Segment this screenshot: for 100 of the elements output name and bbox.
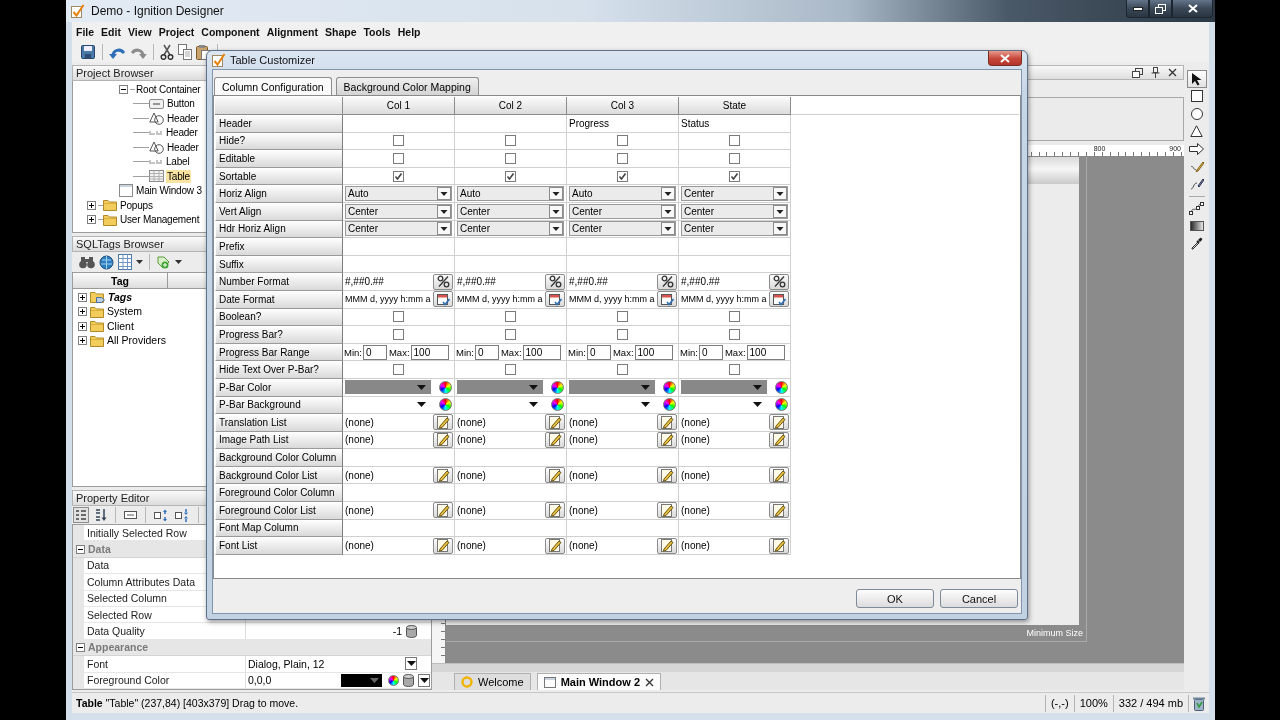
tree-item[interactable]: Table xyxy=(166,169,191,183)
min-field[interactable]: 0 xyxy=(474,344,499,360)
menu-item[interactable]: Project xyxy=(158,26,195,38)
tree-item[interactable]: System xyxy=(106,305,143,319)
dropdown[interactable]: Center xyxy=(345,221,452,237)
date-format-button[interactable] xyxy=(545,291,565,308)
min-field[interactable]: 0 xyxy=(362,344,387,360)
edit-button[interactable] xyxy=(545,414,565,431)
menu-item[interactable]: View xyxy=(127,26,152,38)
color-wheel-icon[interactable] xyxy=(775,380,788,394)
tree-item[interactable]: Label xyxy=(165,155,191,169)
color-wheel-icon[interactable] xyxy=(663,380,676,394)
edit-button[interactable] xyxy=(769,467,789,484)
edit-button[interactable] xyxy=(433,467,453,484)
dropdown[interactable]: Center xyxy=(457,203,564,219)
expand-icon[interactable] xyxy=(78,292,87,302)
menu-item[interactable]: Edit xyxy=(101,26,121,38)
tool-button[interactable] xyxy=(1186,70,1207,88)
tree-item[interactable]: Header xyxy=(166,111,200,125)
edit-button[interactable] xyxy=(433,502,453,519)
max-field[interactable]: 100 xyxy=(522,344,561,360)
dropdown[interactable]: Center xyxy=(569,221,676,237)
checkbox[interactable] xyxy=(393,170,404,182)
checkbox[interactable] xyxy=(617,170,628,182)
expand-icon[interactable] xyxy=(78,321,87,331)
dropdown[interactable]: Center xyxy=(457,221,564,237)
expand-all-icon[interactable] xyxy=(154,508,169,522)
checkbox[interactable] xyxy=(729,135,740,147)
close-icon[interactable] xyxy=(1168,68,1177,77)
number-format-button[interactable] xyxy=(769,273,789,290)
color-wheel-icon[interactable] xyxy=(551,398,564,412)
menu-item[interactable]: Shape xyxy=(324,26,357,38)
checkbox[interactable] xyxy=(729,328,740,340)
checkbox[interactable] xyxy=(505,170,516,182)
dropdown[interactable]: Center xyxy=(569,203,676,219)
color-wheel-icon[interactable] xyxy=(439,398,452,412)
collapse-icon[interactable] xyxy=(76,642,85,652)
edit-button[interactable] xyxy=(545,537,565,554)
caret-icon[interactable] xyxy=(136,260,143,264)
max-field[interactable]: 100 xyxy=(746,344,785,360)
edit-button[interactable] xyxy=(769,502,789,519)
dropdown[interactable]: Auto xyxy=(457,186,564,202)
tree-item[interactable]: Tags xyxy=(107,290,134,304)
tree-item[interactable]: User Management xyxy=(119,213,201,227)
date-format-button[interactable] xyxy=(657,291,677,308)
tree-item[interactable]: Client xyxy=(106,319,135,333)
max-field[interactable]: 100 xyxy=(410,344,449,360)
sort-icon[interactable] xyxy=(95,508,107,522)
checkbox[interactable] xyxy=(617,153,628,164)
checkbox[interactable] xyxy=(393,311,404,323)
close-button[interactable] xyxy=(1172,0,1213,18)
menu-item[interactable]: Alignment xyxy=(266,26,318,38)
color-dropdown[interactable] xyxy=(457,380,543,395)
tree-item[interactable]: All Providers xyxy=(106,334,167,348)
checkbox[interactable] xyxy=(617,311,628,323)
globe-icon[interactable] xyxy=(99,254,114,270)
color-swatch[interactable] xyxy=(341,673,382,687)
tab[interactable]: Background Color Mapping xyxy=(335,77,479,95)
restore-icon[interactable] xyxy=(1132,67,1143,78)
cancel-button[interactable]: Cancel xyxy=(940,589,1018,608)
checkbox[interactable] xyxy=(393,153,404,164)
edit-button[interactable] xyxy=(769,414,789,431)
tab[interactable]: Column Configuration xyxy=(214,77,332,95)
expand-icon[interactable] xyxy=(87,215,96,225)
checkbox[interactable] xyxy=(393,135,404,147)
checkbox[interactable] xyxy=(393,364,404,376)
tree-item[interactable]: Header xyxy=(166,140,200,154)
dropdown-button[interactable] xyxy=(405,657,417,671)
color-wheel-icon[interactable] xyxy=(663,398,676,412)
minimize-button[interactable] xyxy=(1126,0,1149,18)
dropdown[interactable]: Auto xyxy=(345,186,452,202)
close-icon[interactable] xyxy=(645,677,654,687)
expand-icon[interactable] xyxy=(78,336,87,346)
database-icon[interactable] xyxy=(403,673,414,687)
tree-item[interactable]: Popups xyxy=(119,198,154,212)
checkbox[interactable] xyxy=(505,153,516,164)
collapse-all-icon[interactable] xyxy=(175,508,190,522)
expand-icon[interactable] xyxy=(78,307,87,317)
expand-icon[interactable] xyxy=(87,200,96,210)
tree-item[interactable]: Header xyxy=(165,126,199,140)
dropdown[interactable]: Center xyxy=(681,186,788,202)
menu-item[interactable]: Help xyxy=(397,26,421,38)
edit-button[interactable] xyxy=(545,467,565,484)
checkbox[interactable] xyxy=(617,364,628,376)
tree-item[interactable]: Root Container xyxy=(135,82,202,96)
checkbox[interactable] xyxy=(729,170,740,182)
collapse-icon[interactable] xyxy=(119,84,128,94)
edit-button[interactable] xyxy=(769,537,789,554)
number-format-button[interactable] xyxy=(433,273,453,290)
color-dropdown[interactable] xyxy=(569,380,655,395)
dropdown[interactable]: Center xyxy=(681,221,788,237)
menu-item[interactable]: Tools xyxy=(363,26,391,38)
document-tab[interactable]: Main Window 2 xyxy=(536,673,661,690)
checkbox[interactable] xyxy=(729,311,740,323)
edit-button[interactable] xyxy=(657,467,677,484)
checkbox[interactable] xyxy=(729,153,740,164)
collapse-icon[interactable] xyxy=(76,544,85,554)
close-button[interactable] xyxy=(988,51,1022,66)
caret-icon[interactable] xyxy=(175,260,182,264)
min-field[interactable]: 0 xyxy=(586,344,611,360)
